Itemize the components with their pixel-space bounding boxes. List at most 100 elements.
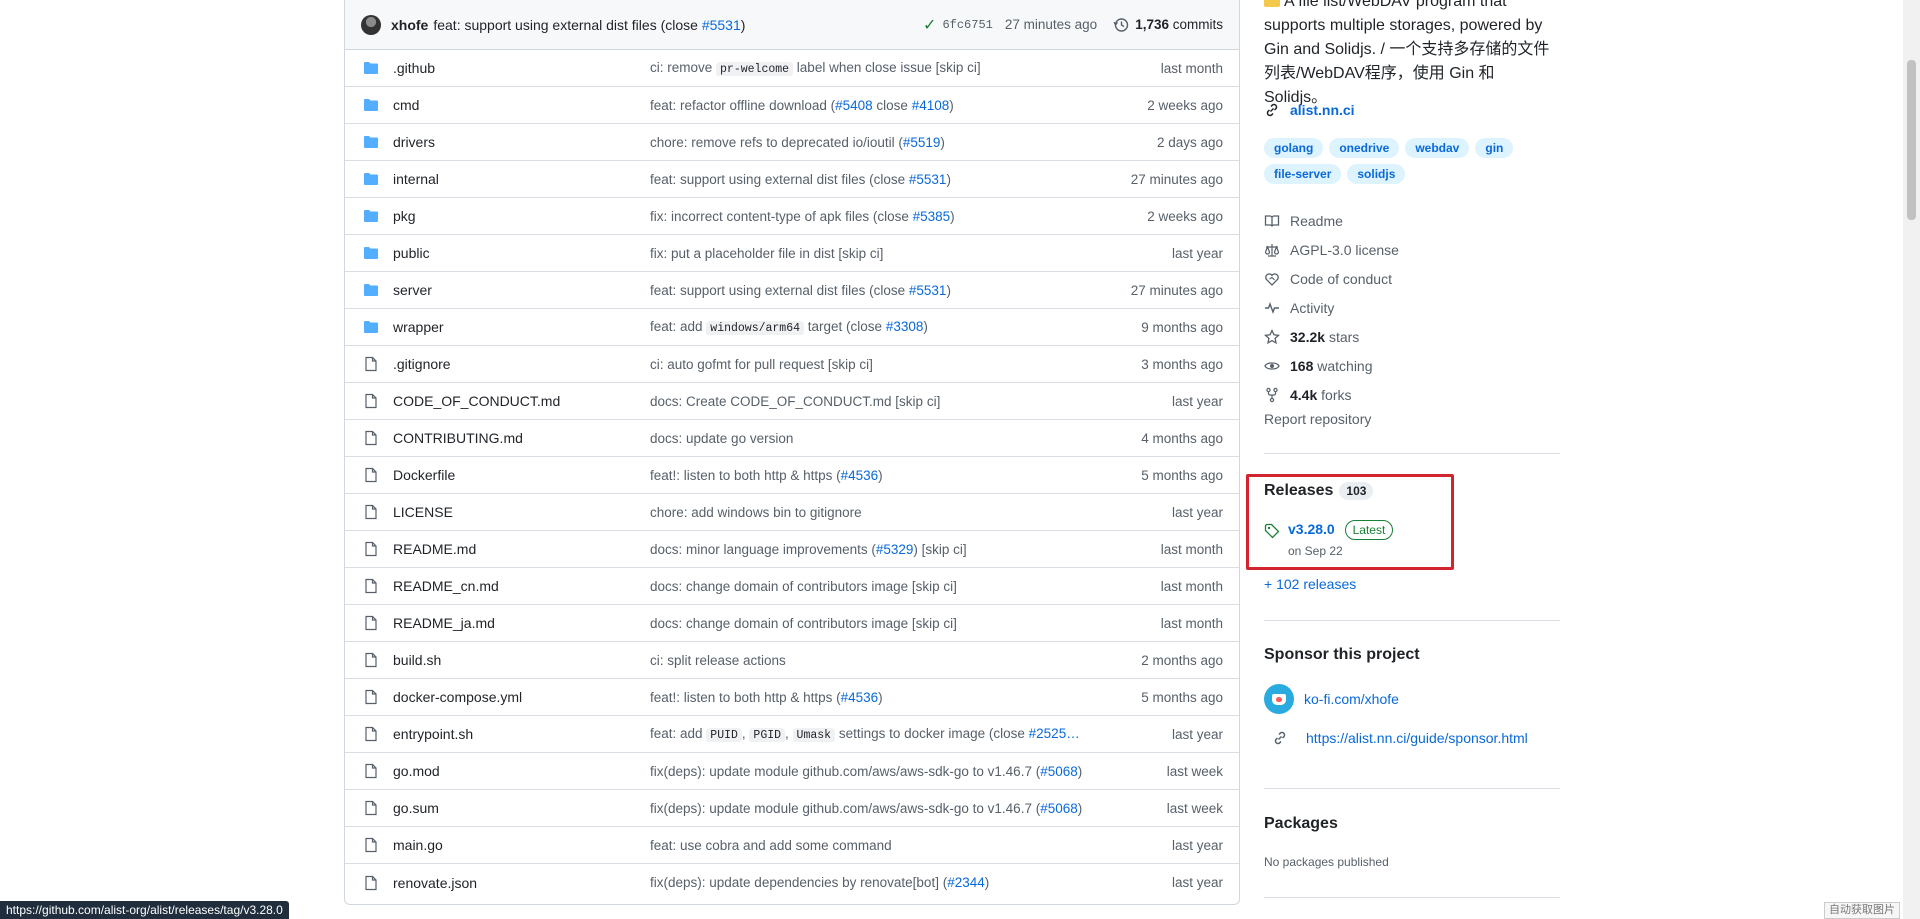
file-name-link[interactable]: main.go [393,837,650,853]
commit-message-code[interactable]: PUID [706,728,742,742]
homepage-url[interactable]: alist.nn.ci [1290,102,1355,118]
homepage-link[interactable]: alist.nn.ci [1264,102,1355,118]
releases-title[interactable]: Releases [1264,482,1333,500]
file-name-link[interactable]: renovate.json [393,875,650,891]
file-commit-message[interactable]: docs: minor language improvements (#5329… [650,542,1093,557]
file-row[interactable]: Dockerfile feat!: listen to both http & h… [345,457,1239,494]
commit-message-code[interactable]: PGID [749,728,786,742]
history-icon[interactable] [1113,17,1129,33]
file-name-link[interactable]: .gitignore [393,356,650,372]
issue-link[interactable]: #5068 [1040,764,1078,779]
file-name-link[interactable]: .github [393,60,650,76]
commit-message-text[interactable]: ) [923,319,928,334]
file-name-link[interactable]: go.mod [393,763,650,779]
commit-message-text[interactable]: target (close [804,319,886,334]
issue-link[interactable]: #2344 [947,875,985,890]
commit-message-text[interactable]: feat: add [650,726,706,741]
file-row[interactable]: server feat: support using external dist … [345,272,1239,309]
file-row[interactable]: go.mod fix(deps): update module github.co… [345,753,1239,790]
scrollbar-thumb[interactable] [1907,60,1916,220]
commit-message-text[interactable]: ci: auto gofmt for pull request [skip ci… [650,357,873,372]
issue-link[interactable]: #5531 [909,172,947,187]
activity-link[interactable]: Activity [1264,293,1560,322]
kofi-link[interactable]: ko-fi.com/xhofe [1304,691,1399,707]
commit-message-text[interactable]: feat: support using external dist files … [650,283,909,298]
file-name-link[interactable]: build.sh [393,652,650,668]
file-commit-message[interactable]: feat: support using external dist files … [650,283,1093,298]
commit-message-text[interactable]: fix(deps): update module github.com/aws/… [650,801,1040,816]
commit-message-text[interactable]: chore: add windows bin to gitignore [650,505,862,520]
file-commit-message[interactable]: feat: support using external dist files … [650,172,1093,187]
watching-link[interactable]: 168 watching [1264,351,1560,380]
page-scrollbar[interactable] [1903,0,1920,919]
commit-message-text[interactable]: ) [946,283,951,298]
commit-message[interactable]: feat: support using external dist files … [433,17,745,33]
file-row[interactable]: build.sh ci: split release actions 2 month… [345,642,1239,679]
commit-message-text[interactable]: ) [985,875,990,890]
commit-message-text[interactable]: fix: incorrect content-type of apk files… [650,209,913,224]
commit-message-text[interactable]: ) [950,209,955,224]
commit-message-text[interactable]: feat: add [650,319,706,334]
file-name-link[interactable]: README_ja.md [393,615,650,631]
issue-link[interactable]: #5408 [835,98,873,113]
commit-message-text[interactable]: docs: change domain of contributors imag… [650,616,957,631]
file-commit-message[interactable]: feat: add PUID, PGID, Umask settings to … [650,726,1093,742]
commit-message-text[interactable]: feat: refactor offline download ( [650,98,835,113]
commit-issue-link[interactable]: #5531 [702,17,741,33]
code-of-conduct-link[interactable]: Code of conduct [1264,264,1560,293]
file-name-link[interactable]: wrapper [393,319,650,335]
commits-link[interactable]: 1,736 commits [1135,17,1223,32]
file-name-link[interactable]: public [393,245,650,261]
sponsor-url[interactable]: https://alist.nn.ci/guide/sponsor.html [1264,730,1528,746]
file-commit-message[interactable]: docs: update go version [650,431,1093,446]
file-name-link[interactable]: drivers [393,134,650,150]
file-row[interactable]: main.go feat: use cobra and add some comm… [345,827,1239,864]
file-row[interactable]: renovate.json fix(deps): update dependenc… [345,864,1239,901]
file-name-link[interactable]: LICENSE [393,504,650,520]
file-row[interactable]: CODE_OF_CONDUCT.md docs: Create CODE_OF_C… [345,383,1239,420]
file-commit-message[interactable]: fix(deps): update module github.com/aws/… [650,801,1093,816]
release-version-link[interactable]: v3.28.0 [1288,521,1335,537]
commit-message-text[interactable]: fix(deps): update module github.com/aws/… [650,764,1040,779]
file-row[interactable]: LICENSE chore: add windows bin to gitigno… [345,494,1239,531]
file-row[interactable]: go.sum fix(deps): update module github.co… [345,790,1239,827]
file-commit-message[interactable]: ci: split release actions [650,653,1093,668]
commit-message-text[interactable]: feat: support using external dist files … [433,17,701,33]
file-commit-message[interactable]: ci: remove pr-welcome label when close i… [650,60,1093,76]
commit-message-text[interactable]: label when close issue [skip ci] [793,60,981,75]
file-commit-message[interactable]: fix: put a placeholder file in dist [ski… [650,246,1093,261]
forks-link[interactable]: 4.4k forks [1264,380,1560,409]
commit-message-text[interactable]: fix: put a placeholder file in dist [ski… [650,246,883,261]
file-commit-message[interactable]: fix: incorrect content-type of apk files… [650,209,1093,224]
file-name-link[interactable]: cmd [393,97,650,113]
issue-link[interactable]: #3308 [886,319,924,334]
file-name-link[interactable]: go.sum [393,800,650,816]
file-row[interactable]: README_cn.md docs: change domain of contr… [345,568,1239,605]
file-name-link[interactable]: README.md [393,541,650,557]
file-commit-message[interactable]: chore: add windows bin to gitignore [650,505,1093,520]
commit-message-text[interactable]: ) [878,690,883,705]
file-row[interactable]: README_ja.md docs: change domain of contr… [345,605,1239,642]
commit-message-text[interactable]: ci: split release actions [650,653,786,668]
commit-message-text[interactable]: docs: minor language improvements ( [650,542,876,557]
commit-message-text[interactable]: settings to docker image (close [835,726,1029,741]
file-name-link[interactable]: CODE_OF_CONDUCT.md [393,393,650,409]
file-row[interactable]: internal feat: support using external dis… [345,161,1239,198]
file-row[interactable]: wrapper feat: add windows/arm64 target (c… [345,309,1239,346]
file-commit-message[interactable]: feat: refactor offline download (#5408 c… [650,98,1093,113]
file-name-link[interactable]: Dockerfile [393,467,650,483]
commit-message-text[interactable]: docs: update go version [650,431,793,446]
issue-link[interactable]: #2525… [1029,726,1080,741]
file-row[interactable]: cmd feat: refactor offline download (#540… [345,87,1239,124]
file-commit-message[interactable]: chore: remove refs to deprecated io/iout… [650,135,1093,150]
file-row[interactable]: README.md docs: minor language improvemen… [345,531,1239,568]
file-name-link[interactable]: internal [393,171,650,187]
commit-author[interactable]: xhofe [391,17,428,33]
commit-message-code[interactable]: Umask [792,728,836,742]
issue-link[interactable]: #4536 [841,690,879,705]
stars-link[interactable]: 32.2k stars [1264,322,1560,351]
packages-title[interactable]: Packages [1264,815,1338,833]
topic-tag[interactable]: webdav [1405,138,1470,158]
file-commit-message[interactable]: fix(deps): update dependencies by renova… [650,875,1093,890]
topic-tag[interactable]: gin [1475,138,1514,158]
